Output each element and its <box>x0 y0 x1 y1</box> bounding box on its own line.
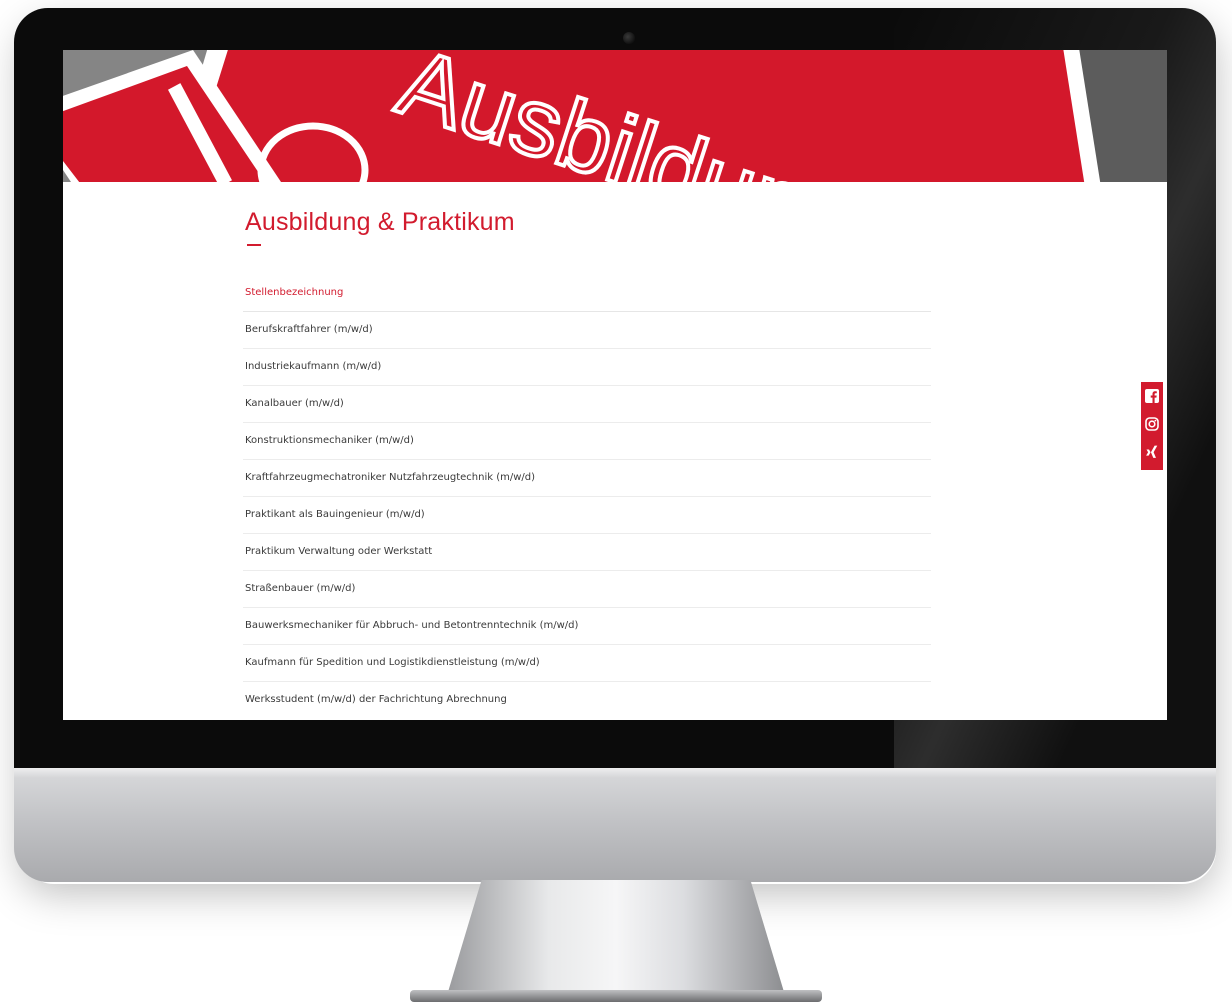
page-title: Ausbildung & Praktikum <box>245 208 515 236</box>
hero-banner: Ausbildung <box>63 50 1167 182</box>
title-underline <box>247 244 261 246</box>
xing-icon <box>1146 445 1158 458</box>
job-table-header: Stellenbezeichnung <box>243 274 931 312</box>
job-row[interactable]: Straßenbauer (m/w/d) <box>243 571 931 608</box>
job-row[interactable]: Kanalbauer (m/w/d) <box>243 386 931 423</box>
monitor-stand <box>448 880 784 992</box>
job-row[interactable]: Praktikant als Bauingenieur (m/w/d) <box>243 497 931 534</box>
job-row[interactable]: Konstruktionsmechaniker (m/w/d) <box>243 423 931 460</box>
instagram-button[interactable] <box>1141 410 1163 438</box>
webcam <box>623 32 635 44</box>
job-row[interactable]: Berufskraftfahrer (m/w/d) <box>243 312 931 349</box>
job-row[interactable]: Kaufmann für Spedition und Logistikdiens… <box>243 645 931 682</box>
social-sidebar <box>1141 382 1163 470</box>
page-content: Ausbildung & Praktikum Stellenbezeichnun… <box>63 182 1167 720</box>
job-row[interactable]: Werksstudent (m/w/d) der Fachrichtung Ab… <box>243 682 931 718</box>
instagram-icon <box>1145 417 1159 431</box>
monitor-mockup: Ausbildung Ausbildung & Praktikum Stelle… <box>0 0 1232 1008</box>
job-row[interactable]: Kraftfahrzeugmechatroniker Nutzfahrzeugt… <box>243 460 931 497</box>
facebook-button[interactable] <box>1141 382 1163 410</box>
job-row[interactable]: Praktikum Verwaltung oder Werkstatt <box>243 534 931 571</box>
xing-button[interactable] <box>1141 438 1163 466</box>
job-row[interactable]: Bauwerksmechaniker für Abbruch- und Beto… <box>243 608 931 645</box>
job-table: Stellenbezeichnung Berufskraftfahrer (m/… <box>243 274 931 718</box>
monitor-stand-base <box>410 990 822 1002</box>
chin-highlight <box>14 768 1216 778</box>
hero-image: Ausbildung <box>63 50 1167 182</box>
facebook-icon <box>1145 389 1159 403</box>
job-row[interactable]: Industriekaufmann (m/w/d) <box>243 349 931 386</box>
monitor-chin <box>14 768 1216 882</box>
website-screen: Ausbildung Ausbildung & Praktikum Stelle… <box>63 50 1167 720</box>
